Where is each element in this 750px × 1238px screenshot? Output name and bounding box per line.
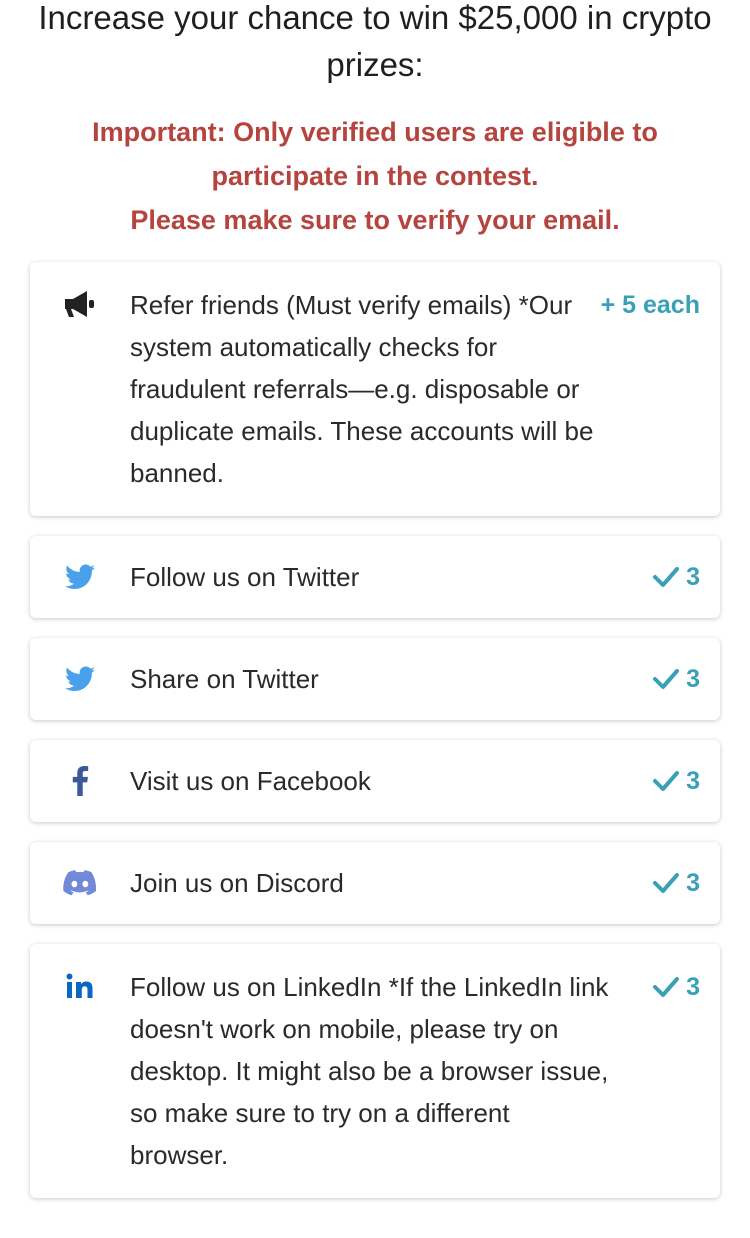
points-value: 3 — [686, 973, 700, 1001]
check-icon — [653, 771, 680, 791]
task-join-discord[interactable]: Join us on Discord 3 — [30, 842, 720, 924]
points-value: 3 — [686, 767, 700, 795]
notice-verify-email: Please make sure to verify your email. — [130, 205, 620, 235]
check-icon — [653, 669, 680, 689]
points-value: + 5 each — [600, 291, 700, 319]
twitter-icon — [62, 661, 98, 697]
task-text: Join us on Discord — [130, 868, 344, 898]
task-follow-twitter[interactable]: Follow us on Twitter 3 — [30, 536, 720, 618]
points-badge: 3 — [652, 966, 700, 1008]
points-badge: 3 — [652, 556, 700, 598]
task-visit-facebook[interactable]: Visit us on Facebook 3 — [30, 740, 720, 822]
discord-icon — [62, 865, 98, 901]
points-value: 3 — [686, 869, 700, 897]
points-value: 3 — [686, 563, 700, 591]
task-share-twitter[interactable]: Share on Twitter 3 — [30, 638, 720, 720]
task-list: Refer friends (Must verify emails) *Our … — [30, 262, 720, 1218]
task-follow-linkedin[interactable]: Follow us on LinkedIn *If the LinkedIn l… — [30, 944, 720, 1198]
twitter-icon — [62, 559, 98, 595]
check-icon — [653, 567, 680, 587]
page-heading: Increase your chance to win $25,000 in c… — [38, 0, 712, 83]
task-text: Share on Twitter — [130, 664, 319, 694]
check-icon — [653, 873, 680, 893]
task-text: Follow us on LinkedIn *If the LinkedIn l… — [130, 972, 609, 1170]
linkedin-icon — [62, 968, 98, 1004]
points-badge: 3 — [652, 658, 700, 700]
points-value: 3 — [686, 665, 700, 693]
facebook-icon — [62, 763, 98, 799]
task-text: Visit us on Facebook — [130, 766, 371, 796]
points-badge: + 5 each — [601, 284, 700, 326]
verification-notice: Important: Only verified users are eligi… — [30, 110, 720, 242]
points-badge: 3 — [652, 760, 700, 802]
task-text: Follow us on Twitter — [130, 562, 360, 592]
points-badge: 3 — [652, 862, 700, 904]
notice-eligibility: Important: Only verified users are eligi… — [92, 117, 658, 191]
task-refer-friends[interactable]: Refer friends (Must verify emails) *Our … — [30, 262, 720, 516]
task-text: Refer friends (Must verify emails) *Our … — [130, 290, 594, 488]
megaphone-icon — [62, 286, 98, 322]
check-icon — [653, 977, 680, 997]
